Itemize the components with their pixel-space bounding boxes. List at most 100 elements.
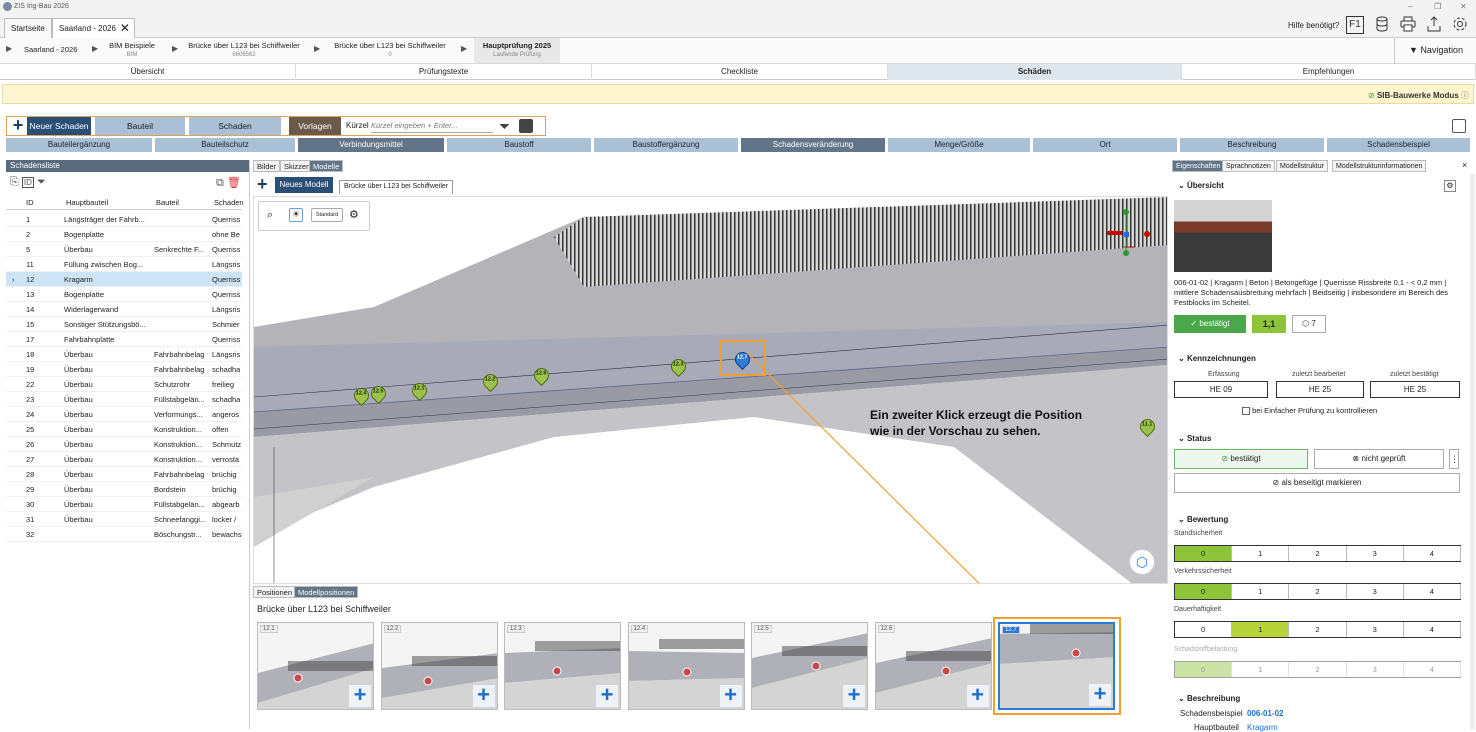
section-assessment[interactable]: ⌄ Bewertung	[1178, 515, 1228, 524]
table-row[interactable]: 27 Überbau Konstruktion... verrosta	[6, 452, 242, 467]
table-row[interactable]: 31 Überbau Schneefanggi... locker /	[6, 512, 242, 527]
component-button[interactable]: Bauteil	[95, 117, 185, 135]
position-thumbnail[interactable]: 12.4 +	[627, 622, 745, 710]
mark-removed-button[interactable]: ⊘ als beseitigt markieren	[1174, 473, 1460, 493]
table-row[interactable]: 25 Überbau Konstruktion... offen	[6, 422, 242, 437]
table-row[interactable]: 28 Überbau Fahrbahnbelag brüchig	[6, 467, 242, 482]
mark-value[interactable]: HE 09	[1174, 381, 1268, 398]
damage-photo[interactable]	[1174, 200, 1272, 272]
table-row[interactable]: 18 Überbau Fahrbahnbelag Längsris	[6, 347, 242, 362]
new-damage-button[interactable]: Neuer Schaden	[27, 117, 91, 135]
table-row[interactable]: 14 Widerlagerwand Längsris	[6, 302, 242, 317]
close-panel-icon[interactable]: ×	[1462, 160, 1467, 170]
rating-option[interactable]: 0	[1175, 584, 1233, 599]
position-thumbnail[interactable]: 12.2 +	[380, 622, 498, 710]
table-row[interactable]: 29 Überbau Bordstein brüchig	[6, 482, 242, 497]
standard-view-button[interactable]: Standard	[311, 208, 343, 222]
table-row[interactable]: 32 Böschungstr... bewachs	[6, 527, 242, 542]
model-count-badge[interactable]: ⬡ 7	[1292, 315, 1326, 333]
add-position-button[interactable]: +	[596, 684, 618, 707]
table-row[interactable]: 15 Sonstiger Stützungsbö... Schmier	[6, 317, 242, 332]
tab-modellpositionen[interactable]: Modellpositionen	[294, 586, 359, 598]
category-button[interactable]: Menge/Größe	[888, 138, 1030, 152]
col-id[interactable]: ID	[26, 198, 34, 207]
restore-button[interactable]: ❐	[1434, 2, 1441, 11]
model-tab[interactable]: Brücke über L123 bei Schiffweiler	[339, 180, 454, 194]
templates-button[interactable]: Vorlagen	[289, 117, 341, 135]
category-button[interactable]: Schadensbeispiel	[1327, 138, 1470, 152]
tab-startseite[interactable]: Startseite	[4, 18, 52, 38]
category-button[interactable]: Bauteilschutz	[155, 138, 295, 152]
confirmed-badge[interactable]: ✓ bestätigt	[1174, 315, 1246, 333]
tab-positionen[interactable]: Positionen	[253, 586, 297, 598]
navigation-button[interactable]: ▼ Navigation	[1394, 38, 1476, 64]
status-confirmed-button[interactable]: ⊘ bestätigt	[1174, 449, 1308, 469]
example-link[interactable]: 006-01-02	[1247, 709, 1283, 718]
table-row[interactable]: 30 Überbau Füllstabgelän... abgearb	[6, 497, 242, 512]
mark-value[interactable]: HE 25	[1276, 381, 1364, 398]
minimize-button[interactable]: –	[1408, 2, 1412, 11]
rating-option[interactable]: 1	[1232, 662, 1290, 677]
table-row[interactable]: 24 Überbau Verformungs... angeros	[6, 407, 242, 422]
breadcrumb-item[interactable]: Brücke über L123 bei Schiffweiler 0	[328, 41, 452, 58]
delete-icon[interactable]: 🗑	[227, 177, 241, 189]
copy-icon[interactable]: ⧉	[216, 177, 224, 189]
add-position-button[interactable]: +	[843, 684, 865, 707]
rating-option[interactable]: 4	[1404, 584, 1461, 599]
gear-icon[interactable]	[1450, 16, 1470, 36]
sib-mode-toggle[interactable]: ⊘ SIB-Bauwerke Modus ⓘ	[1368, 90, 1469, 101]
tab-checkliste[interactable]: Checkliste	[592, 64, 888, 80]
position-thumbnail[interactable]: 12.5 +	[751, 622, 868, 710]
eye-icon[interactable]	[1452, 119, 1466, 133]
table-row[interactable]: 23 Überbau Füllstabgelän... schadha	[6, 392, 242, 407]
help-icon[interactable]: ⓘ	[1461, 91, 1469, 100]
category-button[interactable]: Baustoff	[447, 138, 591, 152]
tab-bilder[interactable]: Bilder	[253, 160, 281, 172]
rating-option[interactable]: 2	[1289, 622, 1347, 637]
tab-modellstruktur[interactable]: Modellstruktur	[1276, 160, 1328, 172]
save-icon[interactable]	[519, 119, 533, 133]
add-icon[interactable]: +	[9, 116, 27, 135]
export-icon[interactable]	[1424, 16, 1444, 36]
position-thumbnail[interactable]: 12.6 +	[874, 622, 992, 710]
id-icon[interactable]: ID	[21, 177, 34, 188]
rating-option[interactable]: 4	[1404, 546, 1461, 561]
category-button[interactable]: Baustoffergänzung	[594, 138, 738, 152]
f1-help-button[interactable]: F1	[1346, 16, 1364, 34]
rating-option[interactable]: 1	[1232, 584, 1290, 599]
rating-option[interactable]: 3	[1347, 546, 1404, 561]
rating-option[interactable]: 0	[1175, 622, 1233, 637]
col-part[interactable]: Bauteil	[156, 198, 179, 207]
rating-option[interactable]: 4	[1404, 622, 1461, 637]
tab-pruefungstexte[interactable]: Prüfungstexte	[296, 64, 592, 80]
table-row[interactable]: 26 Überbau Konstruktion... Schmutz	[6, 437, 242, 452]
settings-icon[interactable]: ⚙	[349, 208, 359, 221]
cube-view-icon[interactable]: ⬡	[1129, 549, 1155, 575]
new-model-button[interactable]: Neues Modell	[275, 177, 333, 193]
tab-uebersicht[interactable]: Übersicht	[0, 64, 296, 80]
breadcrumb-item[interactable]: Saarland - 2026	[24, 45, 77, 54]
main-part-link[interactable]: Kragarm	[1247, 723, 1278, 732]
section-overview[interactable]: ⌄ Übersicht	[1178, 181, 1224, 190]
breadcrumb-current[interactable]: Hauptprüfung 2025 Laufende Prüfung	[474, 38, 560, 63]
tab-modellstrukturinformationen[interactable]: Modellstrukturinformationen	[1332, 160, 1427, 172]
database-icon[interactable]	[1372, 16, 1392, 36]
tab-eigenschaften[interactable]: Eigenschaften	[1172, 160, 1225, 172]
col-damage[interactable]: Schaden	[214, 198, 244, 207]
section-status[interactable]: ⌄ Status	[1178, 434, 1211, 443]
category-button[interactable]: Beschreibung	[1180, 138, 1324, 152]
table-row[interactable]: 19 Überbau Fahrbahnbelag schadha	[6, 362, 242, 377]
section-description[interactable]: ⌄ Beschreibung	[1178, 694, 1240, 703]
position-thumbnail[interactable]: 12.3 +	[504, 622, 621, 710]
scrollbar[interactable]	[1470, 174, 1475, 729]
mark-value[interactable]: HE 25	[1370, 381, 1460, 398]
rating-option[interactable]: 3	[1347, 584, 1404, 599]
status-not-checked-button[interactable]: ⊗ nicht geprüft	[1314, 449, 1444, 469]
table-row[interactable]: 2 Bogenplatte ohne Be	[6, 227, 242, 242]
checkbox[interactable]	[1242, 407, 1250, 416]
zoom-icon[interactable]: ⌕	[267, 209, 273, 222]
shortcut-input[interactable]	[371, 119, 493, 133]
add-position-button[interactable]: +	[966, 684, 989, 707]
category-button[interactable]: Ort	[1033, 138, 1177, 152]
position-thumbnail[interactable]: 12.1 +	[257, 622, 374, 710]
